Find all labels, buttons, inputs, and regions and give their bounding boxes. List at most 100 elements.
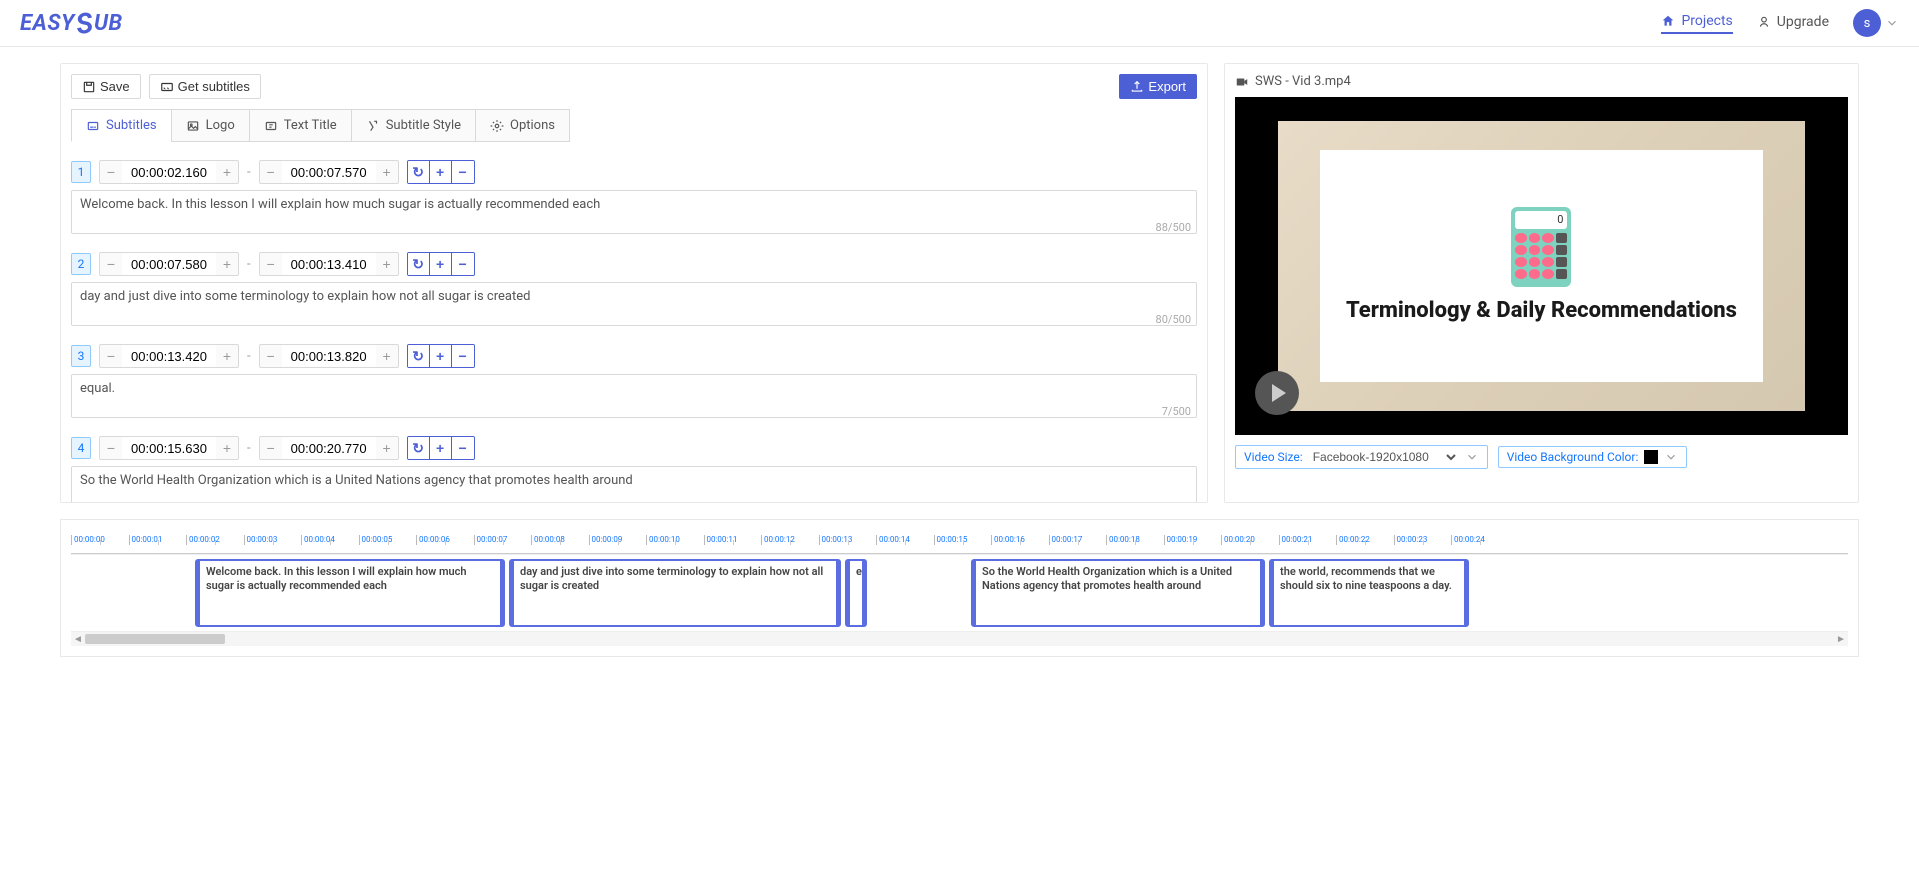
- ruler-tick: 00:00:19: [1164, 535, 1222, 545]
- start-time-input[interactable]: [122, 160, 216, 184]
- remove-subtitle-button[interactable]: −: [452, 253, 474, 275]
- subtitle-list[interactable]: 1 − + - − + ↻ + − Welcome back. In this …: [61, 142, 1207, 502]
- decrement-button[interactable]: −: [100, 344, 122, 368]
- timeline-clip[interactable]: day and just dive into some terminology …: [509, 559, 841, 627]
- timeline-panel: 00:00:0000:00:0100:00:0200:00:0300:00:04…: [60, 519, 1859, 657]
- add-subtitle-button[interactable]: +: [430, 253, 452, 275]
- nav-upgrade[interactable]: Upgrade: [1757, 14, 1829, 33]
- tab-subtitles[interactable]: Subtitles: [71, 109, 172, 142]
- increment-button[interactable]: +: [376, 252, 398, 276]
- export-button[interactable]: Export: [1119, 74, 1197, 99]
- video-size-control[interactable]: Video Size: Facebook-1920x1080: [1235, 445, 1488, 469]
- tab-logo[interactable]: Logo: [171, 109, 250, 142]
- start-time-input[interactable]: [122, 252, 216, 276]
- subtitle-textarea[interactable]: day and just dive into some terminology …: [71, 282, 1197, 326]
- get-subtitles-button[interactable]: Get subtitles: [149, 74, 261, 99]
- get-subtitles-label: Get subtitles: [178, 79, 250, 94]
- timeline-clip[interactable]: So the World Health Organization which i…: [971, 559, 1265, 627]
- increment-button[interactable]: +: [216, 160, 238, 184]
- increment-button[interactable]: +: [376, 436, 398, 460]
- increment-button[interactable]: +: [216, 436, 238, 460]
- add-subtitle-button[interactable]: +: [430, 345, 452, 367]
- remove-subtitle-button[interactable]: −: [452, 161, 474, 183]
- video-panel: SWS - Vid 3.mp4 0 Terminology & Daily Re…: [1224, 63, 1859, 503]
- subtitles-icon: [86, 119, 100, 133]
- replay-button[interactable]: ↻: [408, 345, 430, 367]
- decrement-button[interactable]: −: [260, 344, 282, 368]
- ruler-tick: 00:00:06: [416, 535, 474, 545]
- ruler-tick: 00:00:24: [1451, 535, 1509, 545]
- decrement-button[interactable]: −: [260, 436, 282, 460]
- timeline-scrollbar[interactable]: ◄ ►: [71, 632, 1848, 646]
- nav-projects-label: Projects: [1681, 13, 1732, 29]
- ruler-tick: 00:00:23: [1394, 535, 1452, 545]
- subtitle-textarea[interactable]: equal.: [71, 374, 1197, 418]
- user-menu[interactable]: s: [1853, 9, 1899, 37]
- increment-button[interactable]: +: [376, 344, 398, 368]
- replay-button[interactable]: ↻: [408, 437, 430, 459]
- chevron-down-icon: [1885, 16, 1899, 30]
- timeline-track[interactable]: Welcome back. In this lesson I will expl…: [71, 554, 1848, 632]
- decrement-button[interactable]: −: [260, 252, 282, 276]
- end-time-input[interactable]: [282, 344, 376, 368]
- decrement-button[interactable]: −: [100, 252, 122, 276]
- replay-button[interactable]: ↻: [408, 253, 430, 275]
- timeline-ruler[interactable]: 00:00:0000:00:0100:00:0200:00:0300:00:04…: [71, 530, 1848, 554]
- subtitle-text-wrap: Welcome back. In this lesson I will expl…: [71, 190, 1197, 238]
- play-button[interactable]: [1255, 371, 1299, 415]
- end-time-stepper[interactable]: − +: [259, 252, 399, 276]
- video-size-select[interactable]: Facebook-1920x1080: [1309, 449, 1459, 465]
- end-time-stepper[interactable]: − +: [259, 436, 399, 460]
- tab-options[interactable]: Options: [475, 109, 570, 142]
- ruler-tick: 00:00:22: [1336, 535, 1394, 545]
- remove-subtitle-button[interactable]: −: [452, 345, 474, 367]
- char-count: 7/500: [1162, 405, 1191, 418]
- replay-button[interactable]: ↻: [408, 161, 430, 183]
- start-time-stepper[interactable]: − +: [99, 252, 239, 276]
- tab-text-title[interactable]: Text Title: [249, 109, 352, 142]
- editor-tabs: Subtitles Logo Text Title Subtitle Style…: [61, 109, 1207, 142]
- scroll-left-icon[interactable]: ◄: [71, 634, 85, 645]
- tab-subtitle-style-label: Subtitle Style: [386, 118, 461, 133]
- ruler-tick: 00:00:09: [589, 535, 647, 545]
- end-time-input[interactable]: [282, 252, 376, 276]
- end-time-stepper[interactable]: − +: [259, 160, 399, 184]
- remove-subtitle-button[interactable]: −: [452, 437, 474, 459]
- start-time-stepper[interactable]: − +: [99, 344, 239, 368]
- end-time-stepper[interactable]: − +: [259, 344, 399, 368]
- style-icon: [366, 119, 380, 133]
- start-time-input[interactable]: [122, 344, 216, 368]
- gear-icon: [490, 119, 504, 133]
- subtitle-textarea[interactable]: Welcome back. In this lesson I will expl…: [71, 190, 1197, 234]
- add-subtitle-button[interactable]: +: [430, 161, 452, 183]
- video-icon: [1235, 75, 1249, 89]
- increment-button[interactable]: +: [216, 252, 238, 276]
- subtitle-textarea[interactable]: So the World Health Organization which i…: [71, 466, 1197, 502]
- increment-button[interactable]: +: [376, 160, 398, 184]
- decrement-button[interactable]: −: [260, 160, 282, 184]
- timeline-clip[interactable]: Welcome back. In this lesson I will expl…: [195, 559, 505, 627]
- start-time-input[interactable]: [122, 436, 216, 460]
- subtitle-row: 3 − + - − + ↻ + − equal. 7/500: [71, 344, 1197, 422]
- scroll-thumb[interactable]: [85, 634, 225, 644]
- video-size-label: Video Size:: [1244, 450, 1303, 464]
- nav-projects[interactable]: Projects: [1661, 13, 1732, 34]
- decrement-button[interactable]: −: [100, 436, 122, 460]
- start-time-stepper[interactable]: − +: [99, 160, 239, 184]
- tab-subtitle-style[interactable]: Subtitle Style: [351, 109, 476, 142]
- video-preview[interactable]: 0 Terminology & Daily Recommendations: [1235, 97, 1848, 435]
- decrement-button[interactable]: −: [100, 160, 122, 184]
- scroll-right-icon[interactable]: ►: [1834, 634, 1848, 645]
- end-time-input[interactable]: [282, 160, 376, 184]
- add-subtitle-button[interactable]: +: [430, 437, 452, 459]
- color-swatch[interactable]: [1644, 450, 1658, 464]
- end-time-input[interactable]: [282, 436, 376, 460]
- nav-upgrade-label: Upgrade: [1777, 14, 1829, 30]
- save-button[interactable]: Save: [71, 74, 141, 99]
- timeline-clip[interactable]: the world, recommends that we should six…: [1269, 559, 1469, 627]
- video-bg-label: Video Background Color:: [1507, 450, 1639, 464]
- video-bg-control[interactable]: Video Background Color:: [1498, 446, 1688, 468]
- increment-button[interactable]: +: [216, 344, 238, 368]
- timeline-clip[interactable]: e: [845, 559, 867, 627]
- start-time-stepper[interactable]: − +: [99, 436, 239, 460]
